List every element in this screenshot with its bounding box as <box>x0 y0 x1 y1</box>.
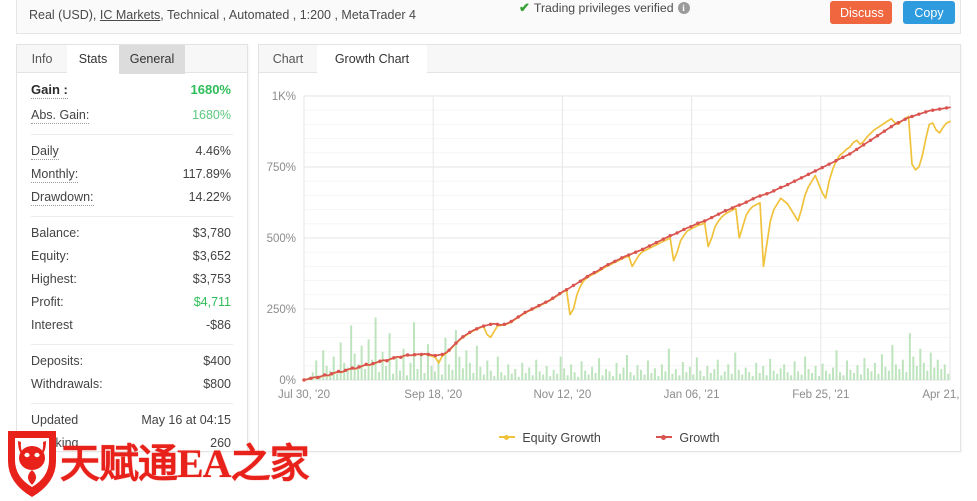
stat-value: $4,711 <box>194 295 231 309</box>
tab-stats[interactable]: Stats <box>67 45 119 74</box>
stat-deposits: Deposits: $400 <box>17 351 247 374</box>
stat-value: $3,753 <box>193 272 231 286</box>
stat-label[interactable]: Gain : <box>31 82 68 99</box>
legend-marker-equity <box>499 436 515 438</box>
stat-value: -$86 <box>206 318 231 332</box>
account-meta: Real (USD), IC Markets, Technical , Auto… <box>29 8 416 22</box>
svg-text:250%: 250% <box>267 304 296 316</box>
growth-chart-svg: 0% 250% 500% 750% 1K% Jul 30, '20 Sep 18, '20 N… <box>259 74 960 422</box>
legend-equity-growth[interactable]: Equity Growth <box>499 431 601 445</box>
tab-growth-chart[interactable]: Growth Chart <box>317 45 427 74</box>
tab-general[interactable]: General <box>119 45 185 74</box>
svg-text:Feb 25, '21: Feb 25, '21 <box>792 389 849 401</box>
stat-value: 4.46% <box>196 144 231 158</box>
stat-value: 117.89% <box>183 167 231 181</box>
stat-label[interactable]: Abs. Gain: <box>31 108 89 124</box>
stat-label: Tracking <box>31 436 78 450</box>
divider <box>31 344 233 345</box>
legend-marker-growth <box>656 436 672 438</box>
stat-withdrawals: Withdrawals: $800 <box>17 374 247 397</box>
chart-panel: Chart Growth Chart 0% 250% 500% 750% 1K% Jul … <box>258 44 961 452</box>
copy-button[interactable]: Copy <box>903 1 955 24</box>
svg-text:0%: 0% <box>279 375 296 387</box>
stat-balance: Balance: $3,780 <box>17 223 247 246</box>
stat-label: Updated <box>31 413 78 427</box>
stat-abs-gain: Abs. Gain: 1680% <box>17 105 247 128</box>
stat-label: Profit: <box>31 295 64 309</box>
stat-label: Deposits: <box>31 354 83 368</box>
account-type: Real (USD), <box>29 8 96 22</box>
stat-value: May 16 at 04:15 <box>141 413 231 427</box>
stat-equity: Equity: $3,652 <box>17 246 247 269</box>
legend-label: Equity Growth <box>522 431 601 445</box>
stat-label[interactable]: Drawdown: <box>31 190 94 206</box>
svg-text:750%: 750% <box>267 162 296 174</box>
stat-interest: Interest -$86 <box>17 315 247 338</box>
divider <box>31 403 233 404</box>
divider <box>31 216 233 217</box>
stat-gain: Gain : 1680% <box>17 78 247 105</box>
stats-list: Gain : 1680% Abs. Gain: 1680% Daily 4.46… <box>17 74 247 456</box>
svg-text:Apr 21, '21: Apr 21, '21 <box>922 389 960 401</box>
stats-panel: Info Stats General Gain : 1680% Abs. Gai… <box>16 44 248 452</box>
legend-growth[interactable]: Growth <box>656 431 719 445</box>
stat-drawdown: Drawdown: 14.22% <box>17 187 247 210</box>
stat-value: $800 <box>203 377 231 391</box>
stat-daily: Daily 4.46% <box>17 141 247 164</box>
stat-monthly: Monthly: 117.89% <box>17 164 247 187</box>
stat-label[interactable]: Monthly: <box>31 167 78 183</box>
stat-label: Equity: <box>31 249 69 263</box>
growth-chart[interactable]: 0% 250% 500% 750% 1K% Jul 30, '20 Sep 18, '20 N… <box>259 74 960 451</box>
stat-value: 1680% <box>192 108 231 122</box>
discuss-button[interactable]: Discuss <box>830 1 892 24</box>
stat-value: 14.22% <box>189 190 231 204</box>
legend-label: Growth <box>679 431 719 445</box>
svg-text:1K%: 1K% <box>272 91 296 103</box>
svg-text:Jul 30, '20: Jul 30, '20 <box>278 389 330 401</box>
account-header: Mission Profit EA Real (USD), IC Markets… <box>16 0 961 34</box>
chart-legend: Equity Growth Growth <box>259 431 960 445</box>
svg-text:Nov 12, '20: Nov 12, '20 <box>533 389 591 401</box>
check-icon: ✔ <box>519 0 530 16</box>
stat-value: 1680% <box>191 82 231 97</box>
account-title: Mission Profit EA <box>29 0 138 1</box>
stats-tabbar: Info Stats General <box>17 45 247 73</box>
divider <box>31 134 233 135</box>
svg-text:Jan 06, '21: Jan 06, '21 <box>664 389 720 401</box>
svg-text:Sep 18, '20: Sep 18, '20 <box>404 389 462 401</box>
stat-value: $3,780 <box>193 226 231 240</box>
verification-trading-privileges: ✔ Trading privileges verified i <box>519 0 690 17</box>
stat-label: Balance: <box>31 226 80 240</box>
stat-tracking: Tracking 260 <box>17 433 247 456</box>
stat-value: $400 <box>203 354 231 368</box>
stat-label: Interest <box>31 318 73 332</box>
stat-label: Withdrawals: <box>31 377 103 391</box>
page-root: Mission Profit EA Real (USD), IC Markets… <box>0 0 977 501</box>
stat-value: 260 <box>210 436 231 450</box>
tab-chart[interactable]: Chart <box>259 45 317 74</box>
verification-label: Trading privileges verified <box>534 1 674 15</box>
verification-list: ✔Track record verifiedi ✔Trading privile… <box>519 0 690 17</box>
account-meta-suffix: , Technical , Automated , 1:200 , MetaTr… <box>160 8 416 22</box>
stat-value: $3,652 <box>193 249 231 263</box>
stat-profit: Profit: $4,711 <box>17 292 247 315</box>
tab-info[interactable]: Info <box>17 45 67 74</box>
stat-label[interactable]: Daily <box>31 144 59 160</box>
broker-link[interactable]: IC Markets <box>100 8 160 22</box>
svg-text:500%: 500% <box>267 233 296 245</box>
stat-highest: Highest: $3,753 <box>17 269 247 292</box>
info-icon[interactable]: i <box>678 2 690 14</box>
stat-label: Highest: <box>31 272 77 286</box>
chart-tabbar: Chart Growth Chart <box>259 45 960 73</box>
stat-updated: Updated May 16 at 04:15 <box>17 410 247 433</box>
